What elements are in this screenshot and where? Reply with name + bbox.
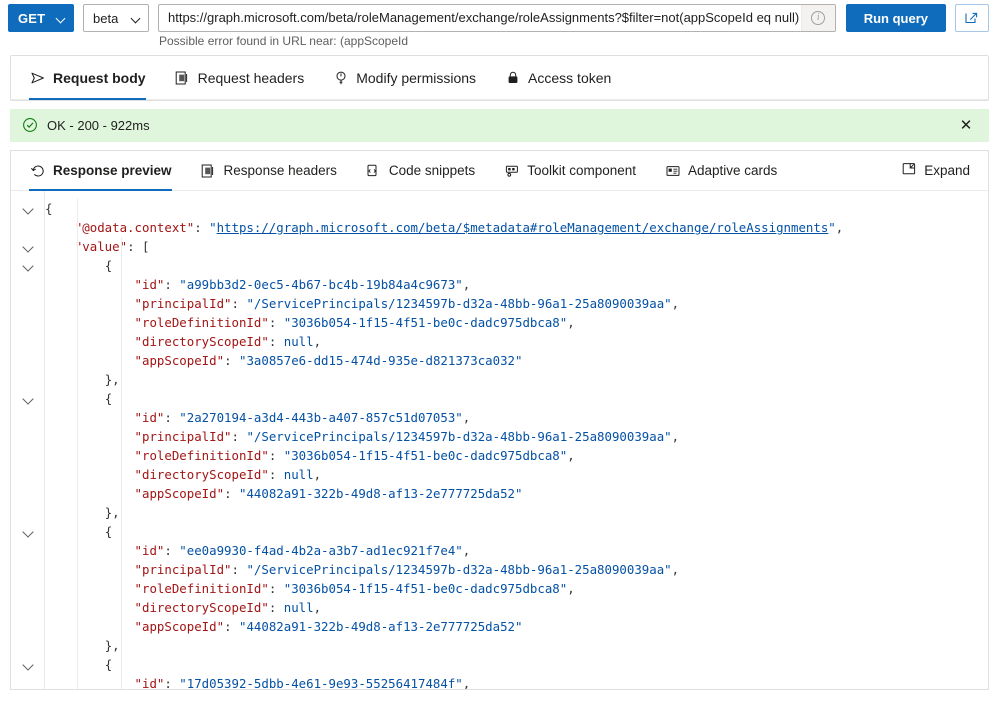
json-field-directoryScopeId: "directoryScopeId": null,: [134, 334, 322, 349]
tab-request-body[interactable]: Request body: [25, 56, 160, 100]
json-field-id: "id": "a99bb3d2-0ec5-4b67-bc4b-19b84a4c9…: [134, 277, 471, 292]
card-icon: [664, 162, 681, 179]
tab-request-headers[interactable]: Request headers: [160, 56, 319, 100]
tab-response-preview-label: Response preview: [53, 163, 172, 178]
api-version-value: beta: [93, 10, 119, 26]
json-item-close: },: [104, 505, 120, 520]
indent-guide: [121, 237, 122, 689]
json-item-open: {: [104, 391, 113, 406]
http-method-value: GET: [18, 10, 46, 26]
key-icon: [332, 69, 349, 86]
url-field-wrap: https://graph.microsoft.com/beta/roleMan…: [158, 4, 836, 48]
json-field-principalId: "principalId": "/ServicePrincipals/12345…: [134, 429, 680, 444]
tab-access-token-label: Access token: [528, 69, 612, 86]
tab-toolkit-component[interactable]: Toolkit component: [489, 151, 650, 191]
url-error-hint: Possible error found in URL near: (appSc…: [159, 34, 409, 48]
json-field-id: "id": "17d05392-5dbb-4e61-9e93-552564174…: [134, 676, 471, 689]
response-panel: Response preview Response headers Code s…: [10, 150, 989, 690]
chevron-down-icon: [57, 14, 66, 23]
tab-request-body-label: Request body: [53, 69, 146, 86]
history-icon: [29, 162, 46, 179]
json-field-roleDefinitionId: "roleDefinitionId": "3036b054-1f15-4f51-…: [134, 581, 575, 596]
request-panel: Request body Request headers Modify perm…: [10, 55, 989, 101]
query-bar: GET beta https://graph.microsoft.com/bet…: [0, 0, 999, 52]
response-preview-json[interactable]: { "@odata.context": "https://graph.micro…: [11, 191, 988, 689]
json-item-open: {: [104, 657, 113, 672]
http-method-select[interactable]: GET: [8, 4, 74, 32]
json-field-id: "id": "ee0a9930-f4ad-4b2a-a3b7-ad1ec921f…: [134, 543, 471, 558]
tab-adaptive-cards-label: Adaptive cards: [688, 163, 778, 178]
headers-icon: [174, 69, 191, 86]
request-tabstrip: Request body Request headers Modify perm…: [11, 56, 988, 100]
status-bar: OK - 200 - 922ms ✕: [10, 109, 989, 142]
code-icon: [365, 162, 382, 179]
json-line-value-open: "value": [: [74, 239, 150, 254]
json-field-roleDefinitionId: "roleDefinitionId": "3036b054-1f15-4f51-…: [134, 448, 575, 463]
api-version-select[interactable]: beta: [83, 4, 149, 32]
expand-label: Expand: [924, 163, 970, 178]
expand-icon: [901, 161, 917, 180]
url-input[interactable]: https://graph.microsoft.com/beta/roleMan…: [168, 5, 801, 31]
close-icon[interactable]: ✕: [957, 117, 975, 135]
tab-request-headers-label: Request headers: [197, 69, 305, 86]
tab-modify-permissions[interactable]: Modify permissions: [318, 56, 490, 100]
check-circle-icon: [22, 117, 39, 134]
json-field-directoryScopeId: "directoryScopeId": null,: [134, 467, 322, 482]
info-icon: i: [811, 11, 826, 25]
tab-response-preview[interactable]: Response preview: [25, 151, 186, 191]
chevron-down-icon: [132, 14, 141, 23]
json-field-appScopeId: "appScopeId": "3a0857e6-dd15-474d-935e-d…: [134, 353, 523, 368]
tab-adaptive-cards[interactable]: Adaptive cards: [650, 151, 791, 191]
share-query-button[interactable]: [955, 4, 989, 32]
tab-code-snippets[interactable]: Code snippets: [351, 151, 489, 191]
json-body: { "@odata.context": "https://graph.micro…: [11, 199, 988, 689]
url-input-box[interactable]: https://graph.microsoft.com/beta/roleMan…: [158, 4, 836, 32]
json-field-appScopeId: "appScopeId": "44082a91-322b-49d8-af13-2…: [134, 486, 523, 501]
tab-access-token[interactable]: Access token: [490, 56, 625, 100]
indent-guide: [77, 199, 78, 689]
json-item-close: },: [104, 372, 120, 387]
json-line-root-open: {: [45, 201, 53, 216]
url-info-button[interactable]: i: [800, 5, 835, 31]
json-field-principalId: "principalId": "/ServicePrincipals/12345…: [134, 296, 680, 311]
tab-modify-permissions-label: Modify permissions: [356, 69, 477, 86]
json-item-close: },: [104, 638, 120, 653]
json-lines: { "@odata.context": "https://graph.micro…: [45, 199, 988, 689]
tab-toolkit-component-label: Toolkit component: [527, 163, 636, 178]
toolkit-icon: [503, 162, 520, 179]
run-query-button[interactable]: Run query: [845, 4, 946, 32]
headers-icon: [200, 162, 217, 179]
json-field-roleDefinitionId: "roleDefinitionId": "3036b054-1f15-4f51-…: [134, 315, 575, 330]
expand-button[interactable]: Expand: [901, 161, 974, 180]
share-icon: [965, 12, 978, 24]
response-tabstrip: Response preview Response headers Code s…: [11, 151, 988, 191]
json-field-principalId: "principalId": "/ServicePrincipals/12345…: [134, 562, 680, 577]
json-field-appScopeId: "appScopeId": "44082a91-322b-49d8-af13-2…: [134, 619, 523, 634]
json-field-id: "id": "2a270194-a3d4-443b-a407-857c51d07…: [134, 410, 471, 425]
graph-explorer-app: GET beta https://graph.microsoft.com/bet…: [0, 0, 999, 702]
odata-context-link[interactable]: https://graph.microsoft.com/beta/$metada…: [217, 220, 829, 235]
json-field-directoryScopeId: "directoryScopeId": null,: [134, 600, 322, 615]
json-item-open: {: [104, 524, 113, 539]
send-icon: [29, 69, 46, 86]
tab-response-headers[interactable]: Response headers: [186, 151, 351, 191]
tab-response-headers-label: Response headers: [223, 163, 337, 178]
json-line-odata-context: "@odata.context": "https://graph.microso…: [74, 220, 844, 235]
json-item-open: {: [104, 258, 113, 273]
tab-code-snippets-label: Code snippets: [388, 163, 476, 178]
lock-icon: [504, 69, 521, 86]
status-text: OK - 200 - 922ms: [47, 118, 150, 133]
